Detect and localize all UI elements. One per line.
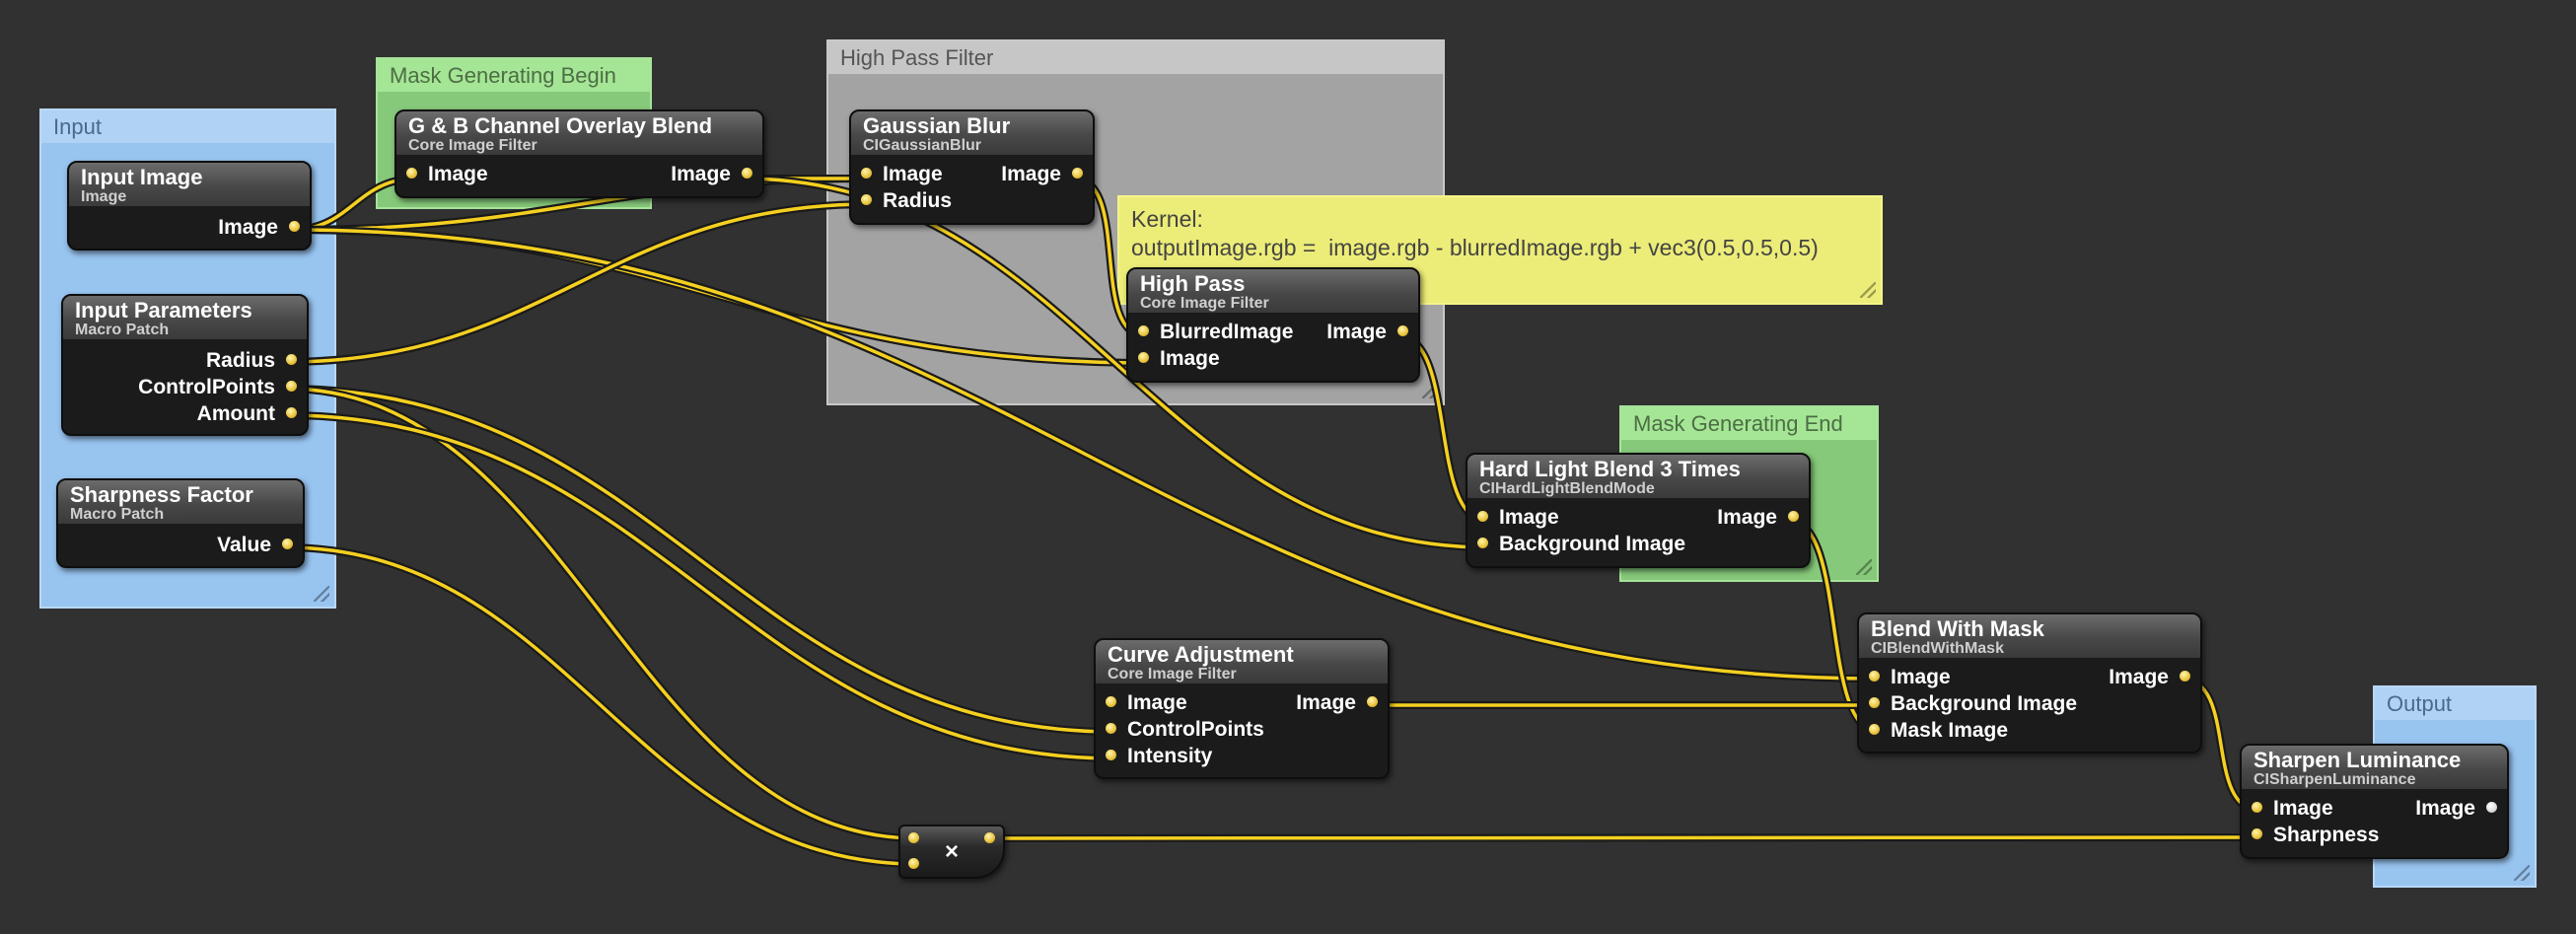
port-label: Image xyxy=(1001,163,1061,185)
port-label: Image xyxy=(1127,691,1187,714)
output-port-image[interactable] xyxy=(1397,325,1408,336)
connection-wires xyxy=(284,174,2262,868)
input-port-image[interactable] xyxy=(1477,511,1488,522)
sharpen-luminance-node[interactable]: Sharpen Luminance CISharpenLuminance Imag… xyxy=(2240,744,2509,859)
output-port-amount[interactable] xyxy=(286,407,297,418)
multiply-node[interactable]: × xyxy=(898,825,1005,879)
output-port-image[interactable] xyxy=(1367,696,1378,707)
input-parameters-node[interactable]: Input Parameters Macro Patch Radius Contr… xyxy=(61,294,309,436)
node-title: Input Image xyxy=(81,165,203,189)
node-subtitle: CIGaussianBlur xyxy=(863,137,982,154)
node-title: Sharpness Factor xyxy=(70,482,253,507)
port-label: Image xyxy=(1160,347,1220,370)
port-label: Image xyxy=(1296,691,1356,714)
node-title: Gaussian Blur xyxy=(863,113,1011,138)
input-port-image[interactable] xyxy=(1106,696,1116,707)
port-label: Image xyxy=(2415,797,2475,820)
node-subtitle: Image xyxy=(81,188,127,205)
node-title: Input Parameters xyxy=(75,298,252,323)
sharpness-factor-node[interactable]: Sharpness Factor Macro Patch Value xyxy=(56,478,305,568)
blend-with-mask-node[interactable]: Blend With Mask CIBlendWithMask Image Imag… xyxy=(1857,612,2202,754)
input-port-radius[interactable] xyxy=(861,194,872,205)
output-port-image[interactable] xyxy=(742,168,752,179)
input-port-image[interactable] xyxy=(2252,802,2262,813)
node-subtitle: Core Image Filter xyxy=(408,137,537,154)
port-label: ControlPoints xyxy=(138,376,275,398)
node-title: Sharpen Luminance xyxy=(2254,748,2462,772)
node-subtitle: CIHardLightBlendMode xyxy=(1479,480,1655,497)
high-pass-node[interactable]: High Pass Core Image Filter BlurredImage I… xyxy=(1126,267,1420,383)
node-subtitle: Macro Patch xyxy=(70,506,165,523)
node-subtitle: CIBlendWithMask xyxy=(1871,640,2004,657)
gaussian-blur-node[interactable]: Gaussian Blur CIGaussianBlur Image Image R… xyxy=(849,109,1095,225)
output-port-image[interactable] xyxy=(2180,671,2190,682)
gb-overlay-blend-node[interactable]: G & B Channel Overlay Blend Core Image Fi… xyxy=(394,109,764,198)
port-label: Mask Image xyxy=(1891,719,2009,742)
input-port-background-image[interactable] xyxy=(1869,697,1880,708)
output-port-result[interactable] xyxy=(984,832,995,843)
output-port-value[interactable] xyxy=(282,539,293,549)
wire[interactable] xyxy=(285,387,1116,734)
port-label: Image xyxy=(1717,506,1777,529)
input-port-background-image[interactable] xyxy=(1477,538,1488,548)
port-label: Amount xyxy=(196,402,275,425)
port-label: Background Image xyxy=(1499,533,1686,555)
port-label: Value xyxy=(217,534,271,556)
hard-light-blend-node[interactable]: Hard Light Blend 3 Times CIHardLightBlend… xyxy=(1466,453,1811,568)
node-title: Blend With Mask xyxy=(1871,616,2044,641)
input-port-image[interactable] xyxy=(406,168,417,179)
wire[interactable] xyxy=(990,835,2262,840)
wire[interactable] xyxy=(285,387,918,840)
input-port-sharpness[interactable] xyxy=(2252,828,2262,839)
output-port-image[interactable] xyxy=(1788,511,1799,522)
patch-editor-canvas[interactable]: Input Mask Generating Begin High Pass Fi… xyxy=(0,0,2576,934)
port-label: Image xyxy=(2273,797,2333,820)
output-port-image[interactable] xyxy=(2486,802,2497,813)
input-port-intensity[interactable] xyxy=(1106,750,1116,760)
input-port-image[interactable] xyxy=(1869,671,1880,682)
port-label: Radius xyxy=(883,189,953,212)
port-label: Intensity xyxy=(1127,745,1213,767)
input-port-controlpoints[interactable] xyxy=(1106,723,1116,734)
port-label: Radius xyxy=(205,349,275,372)
port-label: BlurredImage xyxy=(1160,321,1294,343)
port-label: Image xyxy=(671,163,731,185)
port-label: Image xyxy=(218,216,278,239)
input-port-mask-image[interactable] xyxy=(1869,724,1880,735)
port-label: Image xyxy=(1326,321,1387,343)
port-label: Image xyxy=(1499,506,1559,529)
port-label: Image xyxy=(428,163,488,185)
output-port-image[interactable] xyxy=(289,221,300,232)
output-port-radius[interactable] xyxy=(286,354,297,365)
port-label: ControlPoints xyxy=(1127,718,1264,741)
curve-adjustment-node[interactable]: Curve Adjustment Core Image Filter Image I… xyxy=(1094,638,1390,779)
output-port-image[interactable] xyxy=(1072,168,1083,179)
input-port-image[interactable] xyxy=(861,168,872,179)
node-subtitle: Macro Patch xyxy=(75,322,170,338)
node-subtitle: Core Image Filter xyxy=(1140,295,1269,312)
input-port-blurredimage[interactable] xyxy=(1138,325,1149,336)
node-title: High Pass xyxy=(1140,271,1246,296)
node-title: Curve Adjustment xyxy=(1108,642,1294,667)
wire[interactable] xyxy=(285,413,1116,760)
input-port-b[interactable] xyxy=(908,858,919,869)
output-port-controlpoints[interactable] xyxy=(286,381,297,392)
node-title: Hard Light Blend 3 Times xyxy=(1479,457,1741,481)
port-label: Image xyxy=(1891,666,1951,688)
port-label: Sharpness xyxy=(2273,824,2380,846)
input-port-image[interactable] xyxy=(1138,352,1149,363)
multiply-icon: × xyxy=(945,838,960,865)
port-label: Background Image xyxy=(1891,692,2078,715)
node-subtitle: CISharpenLuminance xyxy=(2254,771,2416,788)
node-subtitle: Core Image Filter xyxy=(1108,666,1237,683)
port-label: Image xyxy=(2109,666,2169,688)
input-port-a[interactable] xyxy=(908,832,919,843)
input-image-node[interactable]: Input Image Image Image xyxy=(67,161,312,251)
node-title: G & B Channel Overlay Blend xyxy=(408,113,713,138)
port-label: Image xyxy=(883,163,943,185)
